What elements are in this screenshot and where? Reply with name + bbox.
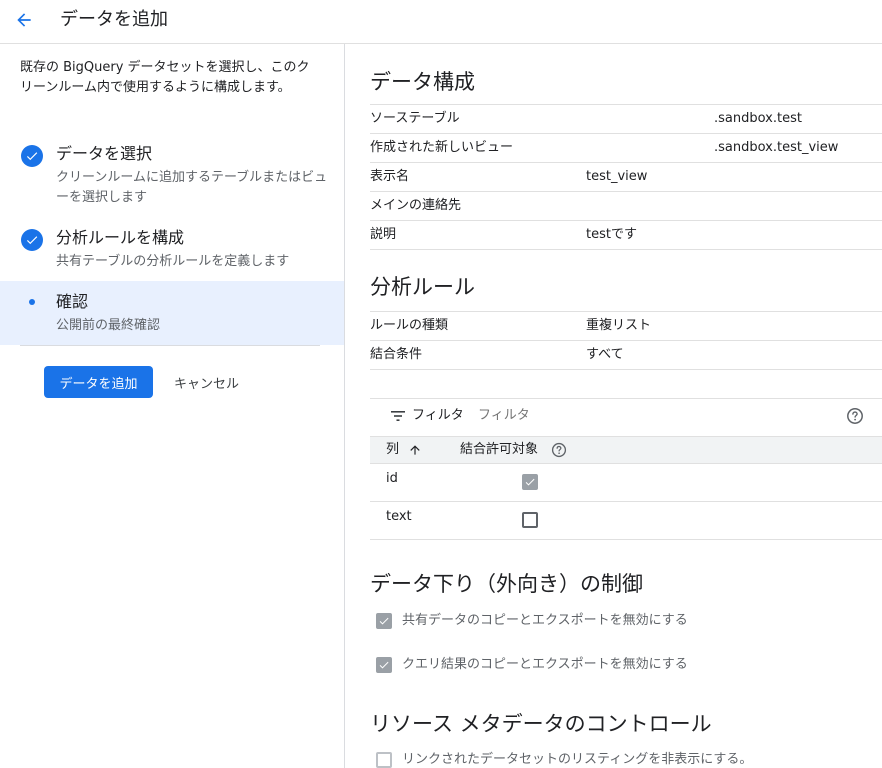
step-status — [21, 291, 43, 313]
section-title-data-config: データ構成 — [370, 70, 475, 94]
divider — [20, 345, 320, 346]
step-title: 確認 — [56, 292, 89, 311]
kv-label: ルールの種類 — [370, 318, 449, 333]
step-title: データを選択 — [56, 144, 153, 163]
arrow-up-icon[interactable] — [408, 443, 422, 457]
sidebar: 既存の BigQuery データセットを選択し、このクリーンルーム内で使用するよ… — [0, 44, 345, 768]
back-button[interactable] — [12, 8, 36, 32]
filter-label: フィルタ — [412, 408, 464, 423]
dot-icon — [29, 299, 35, 305]
step-status — [21, 145, 43, 167]
check-circle-icon — [21, 145, 43, 167]
check-circle-icon — [21, 229, 43, 251]
kv-label: ソーステーブル — [370, 111, 460, 126]
join-allowed-checkbox[interactable] — [522, 512, 538, 528]
cancel-button[interactable]: キャンセル — [162, 366, 251, 398]
data-config-list: ソーステーブル .sandbox.test 作成された新しいビュー .sandb… — [370, 104, 882, 250]
section-title-analysis-rules: 分析ルール — [370, 275, 475, 299]
kv-row: 説明 testです — [370, 221, 882, 250]
kv-value: すべて — [586, 347, 624, 362]
kv-row-empty — [370, 370, 882, 399]
page-title: データを追加 — [60, 9, 168, 30]
table-row: id — [370, 464, 882, 502]
kv-value: testです — [586, 227, 637, 242]
step-select-data[interactable]: データを選択 クリーンルームに追加するテーブルまたはビューを選択します — [0, 140, 344, 210]
columns-table: フィルタ 列 結合許可対象 id — [370, 396, 882, 540]
join-allowed-checkbox[interactable] — [522, 474, 538, 490]
column-header-name[interactable]: 列 — [386, 437, 399, 463]
kv-row: ソーステーブル .sandbox.test — [370, 105, 882, 134]
filter-list-icon — [391, 411, 405, 421]
add-data-button[interactable]: データを追加 — [44, 366, 153, 398]
kv-row: 表示名 test_view — [370, 163, 882, 192]
checkbox-label: 共有データのコピーとエクスポートを無効にする — [402, 613, 688, 628]
disable-shared-data-export-checkbox[interactable] — [376, 613, 392, 629]
analysis-rules-list: ルールの種類 重複リスト 結合条件 すべて — [370, 311, 882, 399]
step-description: 公開前の最終確認 — [56, 318, 161, 333]
kv-label: 作成された新しいビュー — [370, 140, 514, 155]
kv-value: .sandbox.test_view — [714, 140, 839, 155]
kv-row: ルールの種類 重複リスト — [370, 312, 882, 341]
disable-query-result-export-checkbox[interactable] — [376, 657, 392, 673]
step-configure-rules[interactable]: 分析ルールを構成 共有テーブルの分析ルールを定義します — [0, 224, 344, 274]
column-name: text — [386, 509, 412, 524]
checkbox-label: クエリ結果のコピーとエクスポートを無効にする — [402, 657, 688, 672]
kv-row: メインの連絡先 — [370, 192, 882, 221]
kv-label: 表示名 — [370, 169, 410, 184]
checkbox-label: リンクされたデータセットのリスティングを非表示にする。 — [402, 752, 753, 767]
column-name: id — [386, 471, 398, 486]
hide-linked-dataset-listing-checkbox[interactable] — [376, 752, 392, 768]
kv-row: 結合条件 すべて — [370, 341, 882, 370]
kv-value: .sandbox.test — [714, 111, 802, 126]
table-row: text — [370, 502, 882, 540]
kv-value: 重複リスト — [586, 318, 652, 333]
app-header: データを追加 — [0, 0, 882, 44]
step-title: 分析ルールを構成 — [56, 228, 185, 247]
step-review[interactable]: 確認 公開前の最終確認 — [0, 281, 344, 345]
step-description: クリーンルームに追加するテーブルまたはビューを選択します — [56, 170, 328, 205]
column-header-join-allowed: 結合許可対象 — [460, 442, 539, 457]
arrow-left-icon — [17, 13, 31, 27]
kv-value: test_view — [586, 169, 648, 184]
filter-bar[interactable]: フィルタ — [370, 396, 882, 436]
kv-label: 結合条件 — [370, 347, 423, 362]
table-header: 列 結合許可対象 — [370, 436, 882, 464]
filter-input[interactable] — [478, 406, 808, 426]
kv-row: 作成された新しいビュー .sandbox.test_view — [370, 134, 882, 163]
step-description: 共有テーブルの分析ルールを定義します — [56, 254, 290, 269]
section-title-egress: データ下り（外向き）の制御 — [370, 572, 643, 596]
help-circle-icon[interactable] — [551, 442, 567, 458]
section-title-metadata: リソース メタデータのコントロール — [370, 712, 712, 736]
main-content: データ構成 ソーステーブル .sandbox.test 作成された新しいビュー … — [346, 44, 882, 768]
intro-text: 既存の BigQuery データセットを選択し、このクリーンルーム内で使用するよ… — [20, 60, 310, 95]
kv-label: 説明 — [370, 227, 397, 242]
help-circle-icon[interactable] — [846, 407, 864, 425]
kv-label: メインの連絡先 — [370, 198, 462, 213]
step-status — [21, 229, 43, 251]
